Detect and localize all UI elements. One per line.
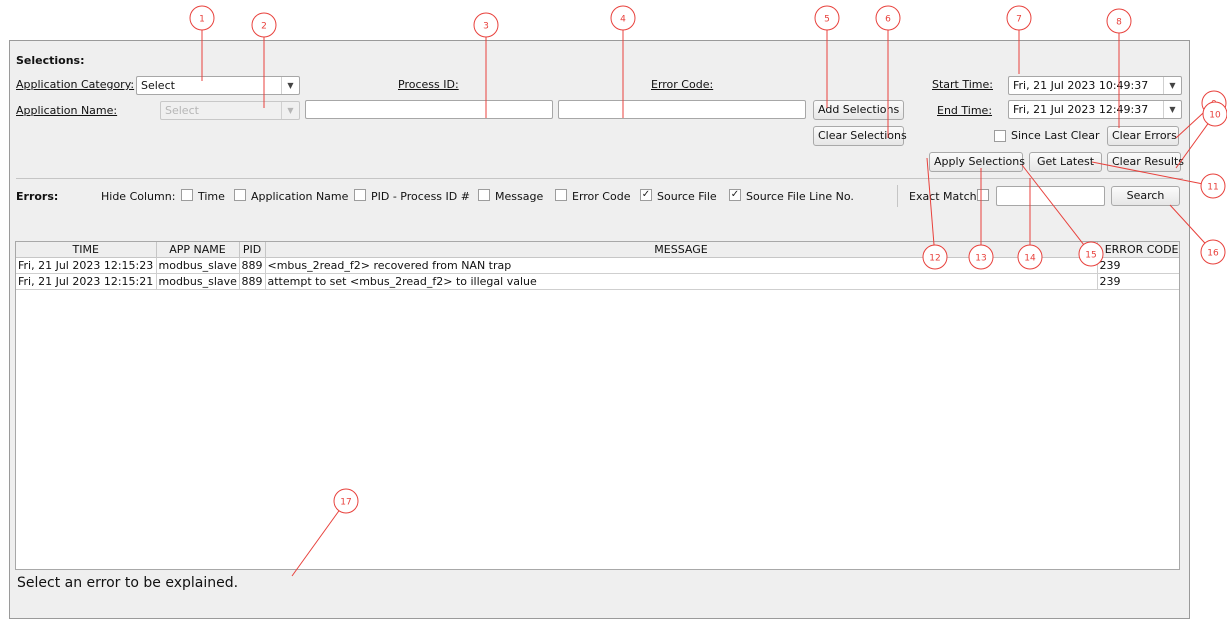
toolbar-divider xyxy=(897,185,898,207)
callout-number: 10 xyxy=(1209,111,1221,121)
start-time-value: Fri, 21 Jul 2023 10:49:37 xyxy=(1013,79,1149,92)
callout-number: 2 xyxy=(261,22,267,32)
cell-time: Fri, 21 Jul 2023 12:15:21 xyxy=(16,273,157,290)
search-input[interactable] xyxy=(996,186,1105,206)
cell-time: Fri, 21 Jul 2023 12:15:23 xyxy=(16,257,157,274)
hide-source-line-label: Source File Line No. xyxy=(746,190,854,203)
process-id-input[interactable] xyxy=(305,100,553,119)
clear-selections-button[interactable]: Clear Selections xyxy=(813,126,907,146)
chevron-down-icon: ▼ xyxy=(1163,77,1181,94)
callout-circle xyxy=(1200,173,1226,199)
hide-error-code-checkbox[interactable] xyxy=(555,189,567,201)
selections-header: Selections: xyxy=(16,54,85,67)
app-name-label: Application Name: xyxy=(16,104,118,117)
end-time-combo[interactable]: Fri, 21 Jul 2023 12:49:37 ▼ xyxy=(1008,100,1182,119)
start-time-label: Start Time: xyxy=(932,78,993,91)
callout-circle xyxy=(1106,8,1132,34)
cell-message: attempt to set <mbus_2read_f2> to illega… xyxy=(265,273,1098,290)
hide-column-label: Hide Column: xyxy=(101,190,176,203)
column-header-app-name[interactable]: APP NAME xyxy=(156,242,240,258)
callout-number: 3 xyxy=(483,22,489,32)
errors-header: Errors: xyxy=(16,190,59,203)
callout-number: 16 xyxy=(1207,249,1219,259)
hide-message-label: Message xyxy=(495,190,544,203)
hide-source-file-checkbox[interactable]: ✓ xyxy=(640,189,652,201)
end-time-label: End Time: xyxy=(937,104,993,117)
get-latest-button[interactable]: Get Latest xyxy=(1029,152,1102,172)
since-last-clear-label: Since Last Clear xyxy=(1011,129,1100,142)
callout-number: 4 xyxy=(620,15,626,25)
error-viewer-panel: Selections: Application Category: Select… xyxy=(9,40,1190,619)
callout-circle xyxy=(189,5,215,31)
hide-pid-label: PID - Process ID # xyxy=(371,190,470,203)
app-category-combo[interactable]: Select ▼ xyxy=(136,76,300,95)
add-selections-button[interactable]: Add Selections xyxy=(813,100,904,120)
error-results-table[interactable]: TIME APP NAME PID MESSAGE ERROR CODE Fri… xyxy=(15,241,1180,570)
callout-circle xyxy=(1006,5,1032,31)
callout-circle xyxy=(1200,239,1226,265)
column-header-message[interactable]: MESSAGE xyxy=(265,242,1098,258)
callout-number: 11 xyxy=(1207,183,1218,193)
clear-results-button[interactable]: Clear Results xyxy=(1107,152,1184,172)
hide-app-name-checkbox[interactable] xyxy=(234,189,246,201)
table-header-row: TIME APP NAME PID MESSAGE ERROR CODE xyxy=(16,242,1179,258)
app-name-combo[interactable]: Select ▼ xyxy=(160,101,300,120)
callout-circle xyxy=(875,5,901,31)
section-divider xyxy=(16,178,1183,179)
cell-message: <mbus_2read_f2> recovered from NAN trap xyxy=(265,257,1098,274)
cell-pid: 889 xyxy=(239,257,266,274)
chevron-down-icon: ▼ xyxy=(1163,101,1181,118)
error-code-label: Error Code: xyxy=(651,78,714,91)
cell-app-name: modbus_slave xyxy=(156,257,240,274)
cell-error-code: 239 xyxy=(1097,257,1179,274)
apply-selections-button[interactable]: Apply Selections xyxy=(929,152,1025,172)
callout-circle xyxy=(1201,90,1227,116)
callout-number: 6 xyxy=(885,15,891,25)
chevron-down-icon: ▼ xyxy=(281,77,299,94)
callout-number: 7 xyxy=(1016,15,1022,25)
cell-pid: 889 xyxy=(239,273,266,290)
hide-time-checkbox[interactable] xyxy=(181,189,193,201)
callout-circle xyxy=(610,5,636,31)
exact-match-checkbox[interactable] xyxy=(977,189,989,201)
table-row[interactable]: Fri, 21 Jul 2023 12:15:21 modbus_slave 8… xyxy=(16,273,1179,290)
chevron-down-icon: ▼ xyxy=(281,102,299,119)
cell-error-code: 239 xyxy=(1097,273,1179,290)
hide-time-label: Time xyxy=(198,190,225,203)
hide-message-checkbox[interactable] xyxy=(478,189,490,201)
hide-pid-checkbox[interactable] xyxy=(354,189,366,201)
callout-circle xyxy=(251,12,277,38)
hide-source-file-label: Source File xyxy=(657,190,717,203)
callout-circle xyxy=(473,12,499,38)
app-category-label: Application Category: xyxy=(16,78,135,91)
end-time-value: Fri, 21 Jul 2023 12:49:37 xyxy=(1013,103,1149,116)
column-header-time[interactable]: TIME xyxy=(16,242,157,258)
hide-app-name-label: Application Name xyxy=(251,190,349,203)
start-time-combo[interactable]: Fri, 21 Jul 2023 10:49:37 ▼ xyxy=(1008,76,1182,95)
callout-number: 5 xyxy=(824,15,830,25)
error-explanation-text: Select an error to be explained. xyxy=(17,575,239,591)
hide-source-line-checkbox[interactable]: ✓ xyxy=(729,189,741,201)
callout-number: 1 xyxy=(199,15,205,25)
callout-circle xyxy=(814,5,840,31)
clear-errors-button[interactable]: Clear Errors xyxy=(1107,126,1179,146)
app-name-value: Select xyxy=(165,104,199,117)
hide-error-code-label: Error Code xyxy=(572,190,631,203)
callout-circle xyxy=(1202,101,1227,127)
column-header-error-code[interactable]: ERROR CODE xyxy=(1097,242,1179,258)
error-code-input[interactable] xyxy=(558,100,806,119)
callout-number: 9 xyxy=(1211,100,1217,110)
table-row[interactable]: Fri, 21 Jul 2023 12:15:23 modbus_slave 8… xyxy=(16,257,1179,274)
callout-number: 8 xyxy=(1116,18,1122,28)
since-last-clear-checkbox[interactable] xyxy=(994,130,1006,142)
cell-app-name: modbus_slave xyxy=(156,273,240,290)
exact-match-label: Exact Match xyxy=(909,190,977,203)
process-id-label: Process ID: xyxy=(398,78,459,91)
column-header-pid[interactable]: PID xyxy=(239,242,266,258)
search-button[interactable]: Search xyxy=(1111,186,1180,206)
app-category-value: Select xyxy=(141,79,175,92)
